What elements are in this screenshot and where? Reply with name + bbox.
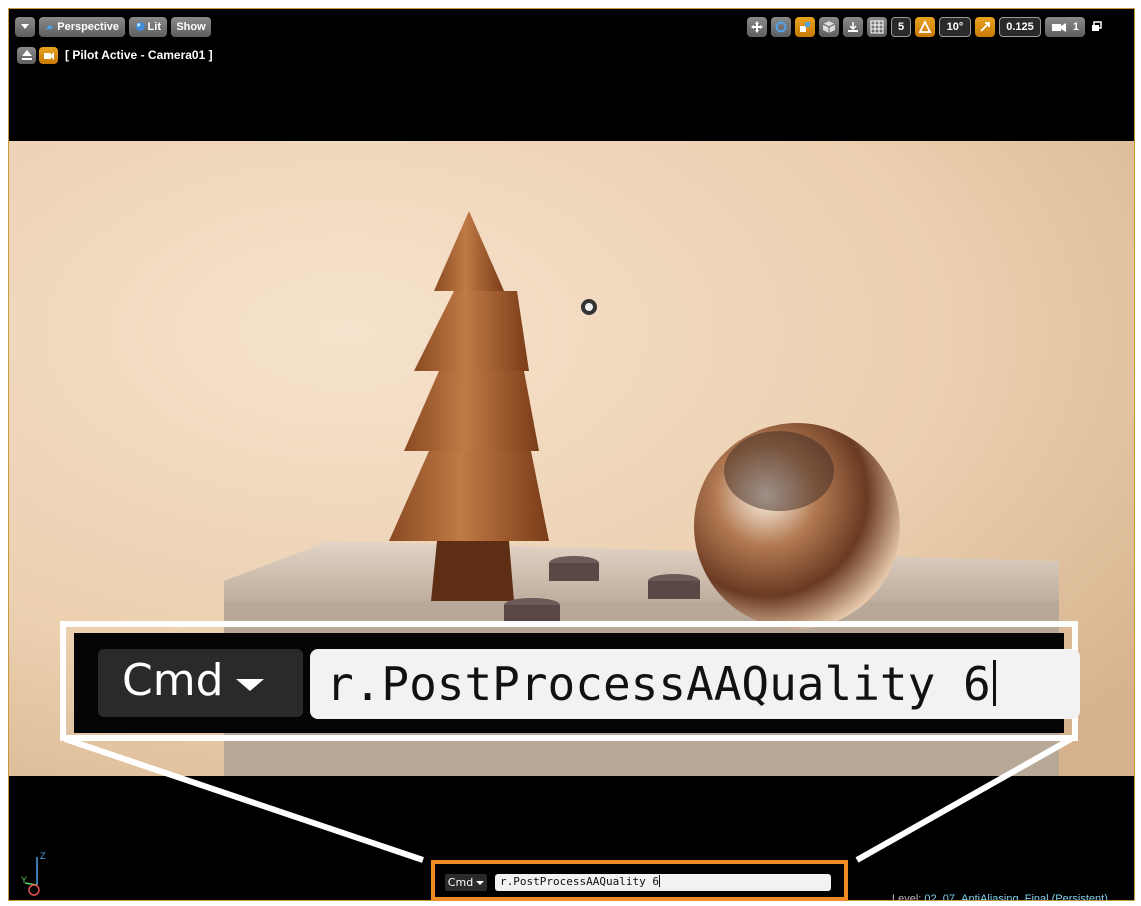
screenshot-frame: Perspective Lit Show [ Pilot Active - Ca… (0, 0, 1141, 906)
zoomed-console-bar: Cmd r.PostProcessAAQuality 6 (74, 633, 1080, 733)
console-command-bar: Cmd r.PostProcessAAQuality 6 (431, 860, 848, 901)
level-indicator: Level: 02_07_AntiAliasing_Final (Persist… (892, 893, 1108, 901)
zoomed-cmd-label: Cmd (122, 655, 224, 706)
cmd-dropdown-button[interactable]: Cmd (445, 874, 487, 891)
zoomed-caret-down-icon (236, 679, 264, 691)
zoomed-text-cursor (992, 660, 996, 706)
axis-gizmo: Z Y (21, 851, 46, 896)
level-name: 02_07_AntiAliasing_Final (Persistent) (924, 893, 1108, 901)
cmd-label: Cmd (447, 876, 474, 889)
zoom-connector (64, 736, 1073, 863)
zoomed-command-text-wrap: r.PostProcessAAQuality 6 (326, 657, 996, 711)
zoomed-command-input: r.PostProcessAAQuality 6 (310, 649, 1080, 719)
console-command-input[interactable]: r.PostProcessAAQuality 6 (495, 874, 831, 891)
level-viewport[interactable]: Perspective Lit Show [ Pilot Active - Ca… (8, 8, 1135, 901)
caret-down-icon (476, 880, 485, 885)
zoomed-command-text: r.PostProcessAAQuality 6 (326, 657, 991, 711)
console-command-text-wrap: r.PostProcessAAQuality 6 (500, 875, 660, 888)
z-axis-label: Z (40, 851, 46, 861)
zoomed-console-callout: Cmd r.PostProcessAAQuality 6 (60, 621, 1080, 741)
level-label: Level: (892, 893, 922, 901)
console-command-text: r.PostProcessAAQuality 6 (500, 875, 659, 888)
text-cursor (658, 875, 660, 887)
y-axis-label: Y (21, 875, 27, 885)
zoomed-cmd-dropdown: Cmd (98, 649, 303, 717)
